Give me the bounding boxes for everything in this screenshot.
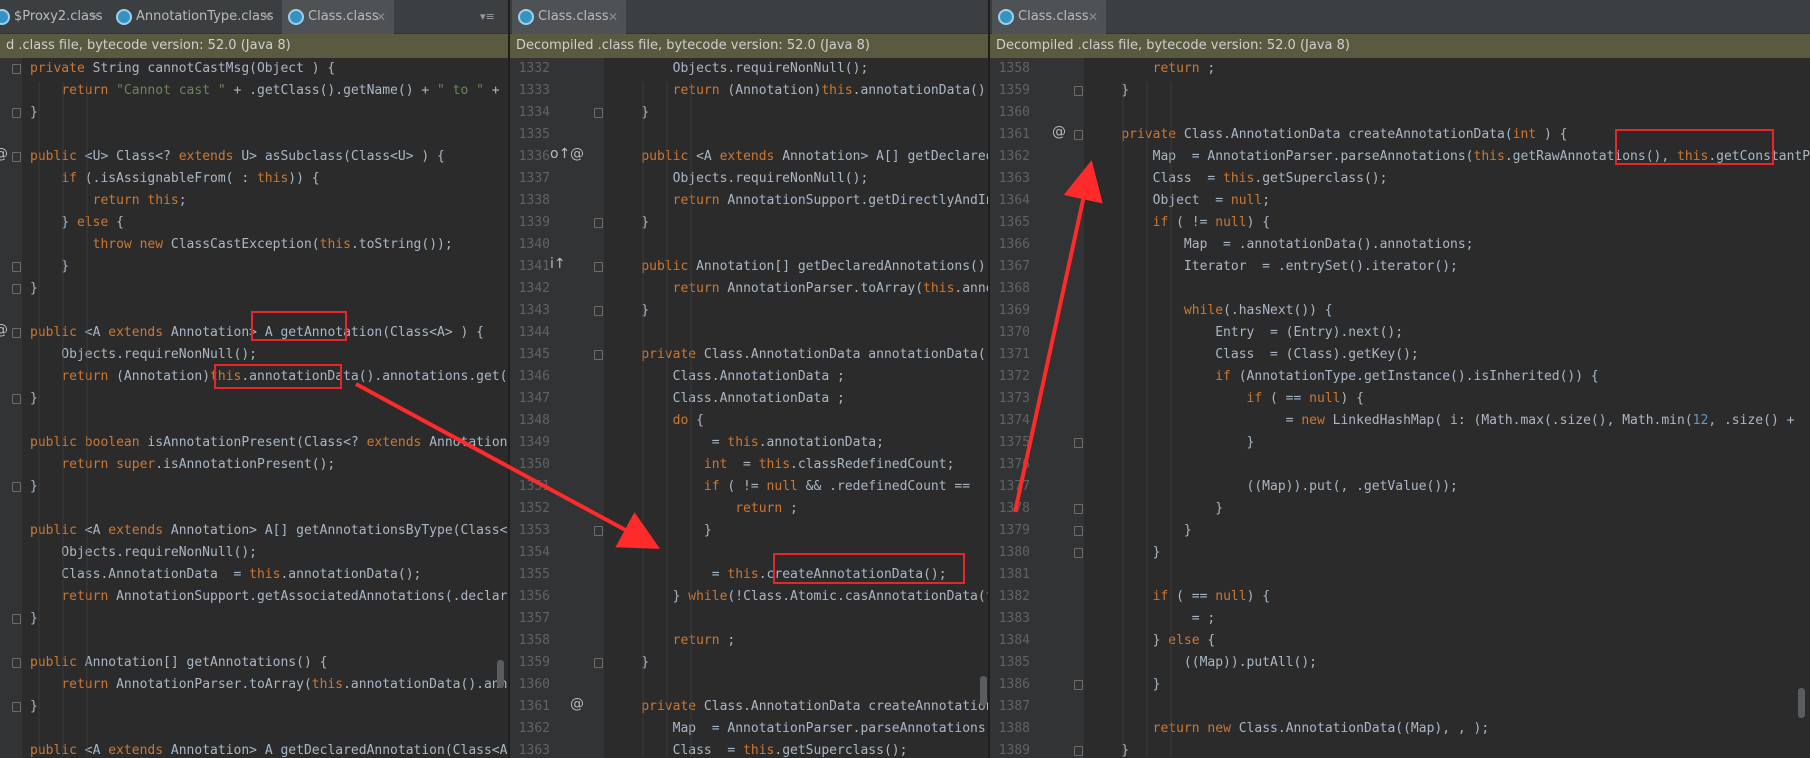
annotation-arrows bbox=[355, 160, 1103, 549]
arrow-to-annotation-data bbox=[355, 382, 661, 549]
arrow-to-create-annotation-data bbox=[1013, 160, 1103, 513]
